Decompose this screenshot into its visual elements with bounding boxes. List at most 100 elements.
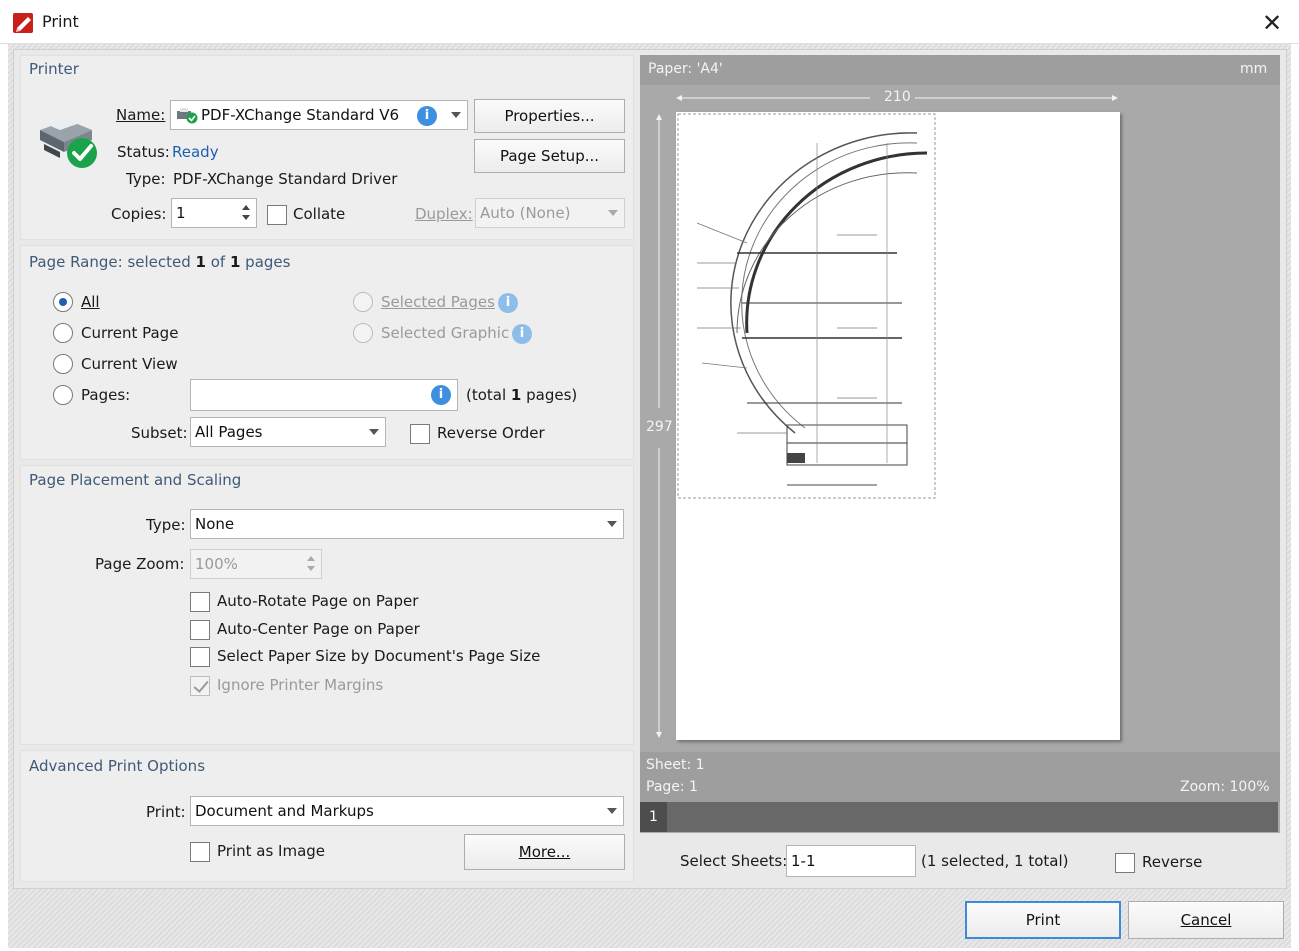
print-content-value: Document and Markups [195,802,374,820]
window-title: Print [42,12,79,31]
radio-current-page-label: Current Page [81,324,179,342]
units-label: mm [1240,61,1268,77]
radio-selected-pages[interactable] [353,292,373,312]
type-label: Type: [126,170,166,188]
page-zoom-input[interactable]: 100% [190,549,322,579]
page-range-total: 1 [229,253,241,271]
close-icon[interactable]: ✕ [1252,6,1292,40]
subset-dropdown[interactable]: All Pages [190,417,386,447]
page-zoom-value: 100% [195,555,238,573]
print-content-label: Print: [146,803,186,821]
info-icon[interactable]: i [498,293,518,313]
page-range-title-suffix: pages [240,253,291,271]
app-logo-icon [13,13,33,33]
select-paper-size-checkbox[interactable] [190,647,210,667]
pages-total-count: 1 [510,386,522,404]
ignore-margins-checkbox[interactable] [190,676,210,696]
chevron-down-icon [369,429,379,435]
zoom-label: Zoom: 100% [1180,779,1270,795]
subset-value: All Pages [195,423,263,441]
printer-name-value: PDF-XChange Standard V6 [201,106,400,124]
copies-input[interactable]: 1 [171,198,257,228]
chevron-down-icon [607,808,617,814]
placement-type-label: Type: [146,516,186,534]
pages-input[interactable] [190,379,458,411]
collate-checkbox[interactable] [267,205,287,225]
copies-value: 1 [176,204,186,222]
properties-button[interactable]: Properties... [474,99,625,133]
sheet-label: Sheet: 1 [646,757,705,773]
page-range-title: Page Range: selected 1 of 1 pages [29,253,290,271]
auto-rotate-label: Auto-Rotate Page on Paper [217,592,419,610]
radio-current-page[interactable] [53,323,73,343]
status-label: Status: [117,143,170,161]
page-label: Page: 1 [646,779,698,795]
page-zoom-label: Page Zoom: [95,555,185,573]
pages-total-suffix: pages) [521,386,578,404]
copies-label: Copies: [111,205,167,223]
printer-name-label: Name: [116,106,166,124]
printer-name-dropdown[interactable]: PDF-XChange Standard V6 i [170,100,468,130]
collate-label: Collate [293,205,346,223]
select-paper-size-label: Select Paper Size by Document's Page Siz… [217,647,541,665]
placement-type-dropdown[interactable]: None [190,509,624,539]
ignore-margins-label: Ignore Printer Margins [217,676,384,694]
auto-rotate-checkbox[interactable] [190,592,210,612]
page-range-title-prefix: Page Range: selected [29,253,196,271]
reverse-order-checkbox[interactable] [410,424,430,444]
radio-all[interactable] [53,292,73,312]
print-as-image-label: Print as Image [217,842,326,860]
page-range-selected: 1 [195,253,206,271]
advanced-title: Advanced Print Options [29,757,206,775]
page-zoom-stepper[interactable] [303,550,319,578]
radio-current-view-label: Current View [81,355,178,373]
copies-stepper[interactable] [238,199,254,227]
chevron-down-icon [451,112,461,118]
radio-current-view[interactable] [53,354,73,374]
sheet-thumbnail-strip [640,802,1278,832]
printer-small-icon [177,108,198,124]
page-drawing-thumbnail [677,113,936,499]
page-placement-title: Page Placement and Scaling [29,471,242,489]
reverse-sheets-label: Reverse [1142,853,1203,871]
duplex-dropdown[interactable]: Auto (None) [475,198,625,228]
preview-header [640,55,1280,85]
pages-total-prefix: (total [466,386,511,404]
cancel-button[interactable]: Cancel [1128,901,1284,939]
pages-total: (total 1 pages) [466,386,577,404]
width-dimension: 210 [884,89,911,105]
radio-selected-graphic[interactable] [353,323,373,343]
placement-type-value: None [195,515,235,533]
auto-center-label: Auto-Center Page on Paper [217,620,420,638]
duplex-label: Duplex: [415,205,473,223]
select-sheets-input[interactable] [786,845,916,877]
status-value: Ready [172,143,219,161]
radio-pages-label: Pages: [81,386,131,404]
auto-center-checkbox[interactable] [190,620,210,640]
select-sheets-label: Select Sheets: [680,852,788,870]
height-dimension: 297 [646,419,673,435]
radio-pages[interactable] [53,385,73,405]
print-content-dropdown[interactable]: Document and Markups [190,796,624,826]
info-icon[interactable]: i [417,106,437,126]
page-setup-button[interactable]: Page Setup... [474,139,625,173]
title-bar [0,0,1299,44]
chevron-down-icon [607,521,617,527]
reverse-sheets-checkbox[interactable] [1115,853,1135,873]
duplex-value: Auto (None) [480,204,571,222]
print-button[interactable]: Print [965,901,1121,939]
paper-size-label: Paper: 'A4' [648,61,723,77]
printer-section-title: Printer [29,60,79,78]
info-icon[interactable]: i [512,324,532,344]
radio-selected-graphic-label: Selected Graphic [381,324,510,342]
more-button[interactable]: More... [464,834,625,870]
reverse-order-label: Reverse Order [437,424,545,442]
radio-selected-pages-label: Selected Pages [381,293,495,311]
type-value: PDF-XChange Standard Driver [173,170,398,188]
radio-all-label: All [81,293,100,311]
subset-label: Subset: [131,424,188,442]
info-icon[interactable]: i [431,385,451,405]
chevron-down-icon [608,210,618,216]
sheet-thumbnail-1[interactable]: 1 [640,802,667,832]
print-as-image-checkbox[interactable] [190,842,210,862]
